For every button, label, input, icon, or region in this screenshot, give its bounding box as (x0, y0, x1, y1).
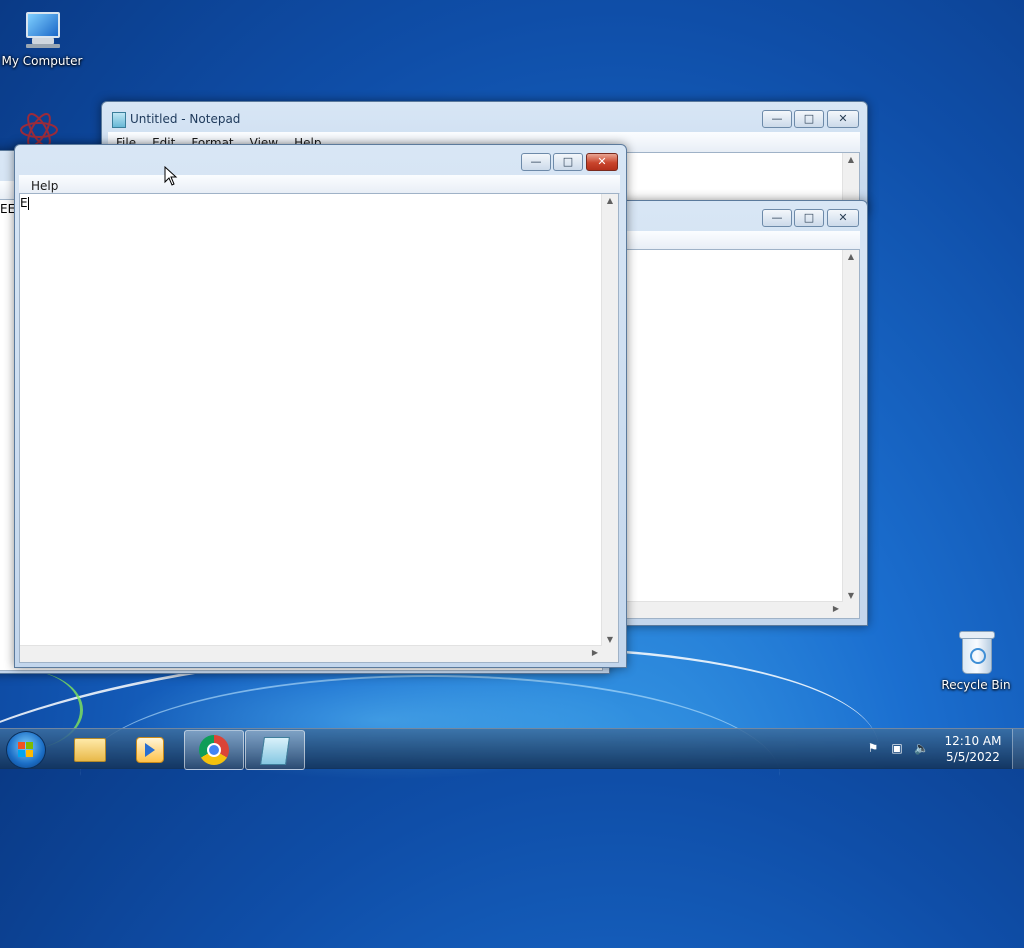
file-explorer-icon (74, 738, 106, 762)
resize-grip[interactable] (843, 602, 859, 618)
system-tray: ⚑ ▣ 🔈 (862, 737, 942, 761)
recycle-bin-icon (959, 630, 995, 674)
text-content: E (20, 196, 29, 210)
notepad-window-front[interactable]: — □ ✕ Help E ▲ ▼ ▶ (14, 144, 627, 668)
clock-time: 12:10 AM (944, 734, 1002, 748)
media-player-icon (136, 737, 164, 763)
minimize-button[interactable]: — (762, 110, 792, 128)
volume-icon[interactable]: 🔈 (914, 741, 929, 755)
desktop-icon-recycle-bin[interactable]: Recycle Bin (934, 630, 1018, 692)
desktop-icon-label: Recycle Bin (941, 678, 1011, 692)
taskbar: ⚑ ▣ 🔈 12:10 AM 5/5/2022 (0, 728, 1024, 770)
scroll-up-arrow-icon[interactable]: ▲ (843, 252, 859, 261)
taskbar-notepad[interactable] (245, 730, 305, 770)
maximize-button[interactable]: □ (553, 153, 583, 171)
taskbar-chrome[interactable] (184, 730, 244, 770)
scroll-down-arrow-icon[interactable]: ▼ (843, 591, 859, 600)
text-area[interactable]: E ▲ ▼ ▶ (19, 193, 619, 663)
computer-icon (22, 10, 62, 50)
vertical-scrollbar[interactable]: ▲ ▼ (601, 194, 618, 646)
action-center-flag-icon[interactable]: ⚑ (866, 741, 880, 755)
network-icon[interactable]: ▣ (890, 741, 904, 755)
mouse-cursor-icon (164, 166, 178, 186)
chrome-icon (199, 735, 229, 765)
taskbar-file-explorer[interactable] (60, 730, 118, 768)
windows-start-icon[interactable] (6, 731, 46, 769)
notepad-icon (260, 737, 290, 765)
notepad-icon (112, 112, 126, 128)
maximize-button[interactable]: □ (794, 110, 824, 128)
taskbar-media-player[interactable] (120, 730, 178, 768)
text-caret (27, 197, 29, 210)
desktop-icon-label: My Computer (1, 54, 83, 68)
desktop-app-icon[interactable] (18, 112, 60, 148)
maximize-button[interactable]: □ (794, 209, 824, 227)
window-title: Untitled - Notepad (130, 112, 241, 126)
scroll-right-arrow-icon[interactable]: ▶ (833, 604, 839, 613)
resize-grip[interactable] (602, 646, 618, 662)
text-content: EE (0, 202, 16, 216)
scroll-right-arrow-icon[interactable]: ▶ (592, 648, 598, 657)
scroll-up-arrow-icon[interactable]: ▲ (602, 196, 618, 205)
close-button[interactable]: ✕ (827, 209, 859, 227)
horizontal-scrollbar[interactable]: ▶ (20, 645, 602, 662)
menu-bar: Help (19, 175, 620, 194)
desktop-icon-my-computer[interactable]: My Computer (0, 10, 84, 68)
close-button[interactable]: ✕ (586, 153, 618, 171)
minimize-button[interactable]: — (521, 153, 551, 171)
minimize-button[interactable]: — (762, 209, 792, 227)
show-desktop-button[interactable] (1012, 729, 1024, 769)
scroll-down-arrow-icon[interactable]: ▼ (602, 635, 618, 644)
close-button[interactable]: ✕ (827, 110, 859, 128)
scroll-up-arrow-icon[interactable]: ▲ (843, 155, 859, 164)
clock-date: 5/5/2022 (946, 750, 1000, 764)
clock[interactable]: 12:10 AM 5/5/2022 (940, 733, 1006, 765)
vertical-scrollbar[interactable]: ▲ ▼ (842, 250, 859, 602)
